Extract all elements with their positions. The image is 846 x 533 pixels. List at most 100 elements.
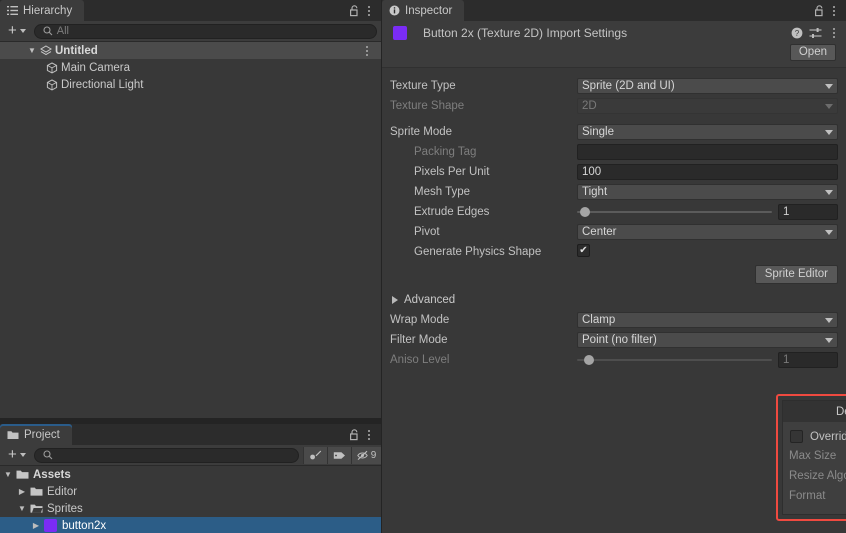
aniso-level-label: Aniso Level xyxy=(390,354,450,366)
tab-inspector[interactable]: Inspector xyxy=(382,0,465,21)
extrude-edges-numberbox[interactable]: 1 xyxy=(778,204,838,220)
override-row: Override For PC, Mac & Linux Standalone xyxy=(789,427,846,446)
packing-tag-input[interactable] xyxy=(577,144,838,160)
tab-project[interactable]: Project xyxy=(0,424,72,445)
scene-kebab-menu-icon[interactable] xyxy=(361,43,373,59)
hierarchy-scene-row[interactable]: ▼ Untitled xyxy=(0,42,381,59)
inspector-tab-actions xyxy=(814,0,846,21)
slider-handle[interactable] xyxy=(579,207,590,217)
chevron-down-icon xyxy=(825,189,833,195)
field-pixels-per-unit: Pixels Per Unit 100 xyxy=(390,162,838,182)
texture-type-label: Texture Type xyxy=(390,80,456,92)
project-item-button2x[interactable]: ▶ button2x xyxy=(0,517,381,533)
filter-mode-label: Filter Mode xyxy=(390,334,448,346)
project-toolbar: + 9 xyxy=(0,445,381,466)
override-checkbox[interactable] xyxy=(790,430,803,443)
extrude-edges-value: 1 xyxy=(783,206,790,218)
extrude-edges-slider[interactable] xyxy=(577,204,772,220)
lock-open-icon[interactable] xyxy=(814,4,825,17)
platform-settings-content: Override For PC, Mac & Linux Standalone … xyxy=(783,422,846,506)
lock-open-icon[interactable] xyxy=(349,4,360,17)
pivot-dropdown[interactable]: Center xyxy=(577,224,838,240)
scene-icon xyxy=(40,44,52,57)
mesh-type-label: Mesh Type xyxy=(414,186,471,198)
sprites-twisty-icon[interactable]: ▼ xyxy=(16,504,28,513)
generate-physics-shape-checkbox[interactable]: ✔ xyxy=(577,244,590,257)
field-mesh-type: Mesh Type Tight xyxy=(390,182,838,202)
pivot-label: Pivot xyxy=(414,226,440,238)
open-button[interactable]: Open xyxy=(789,44,836,61)
hierarchy-item-label: Main Camera xyxy=(61,61,131,74)
asset-preview-swatch xyxy=(393,26,407,40)
texture-type-dropdown[interactable]: Sprite (2D and UI) xyxy=(577,78,838,94)
project-item-sprites[interactable]: ▼ Sprites xyxy=(0,500,381,517)
preset-icon[interactable] xyxy=(809,27,822,39)
field-wrap-mode: Wrap Mode Clamp xyxy=(390,310,838,330)
sprite-editor-row: Sprite Editor xyxy=(390,262,838,284)
slider-track xyxy=(577,359,772,361)
tab-hierarchy[interactable]: Hierarchy xyxy=(0,0,85,21)
filter-mode-dropdown[interactable]: Point (no filter) xyxy=(577,332,838,348)
kebab-menu-icon[interactable] xyxy=(363,3,375,19)
field-texture-type: Texture Type Sprite (2D and UI) xyxy=(390,76,838,96)
hierarchy-create-label: + xyxy=(8,22,17,39)
sprite-mode-dropdown[interactable]: Single xyxy=(577,124,838,140)
page-title: Button 2x (Texture 2D) Import Settings xyxy=(423,26,628,40)
search-icon xyxy=(43,450,53,460)
inspector-title-row: Button 2x (Texture 2D) Import Settings ? xyxy=(388,25,840,41)
open-button-row: Open xyxy=(388,41,840,65)
field-aniso-level: Aniso Level 1 xyxy=(390,350,838,370)
hierarchy-tab-actions xyxy=(349,0,381,21)
wrap-mode-dropdown[interactable]: Clamp xyxy=(577,312,838,328)
field-max-size: Max Size 2048 xyxy=(789,446,846,466)
chevron-down-icon xyxy=(19,453,26,457)
folder-icon xyxy=(16,469,29,480)
project-filter-buttons: 9 xyxy=(303,446,381,464)
button2x-twisty-icon[interactable]: ▶ xyxy=(30,521,42,530)
chevron-down-icon xyxy=(825,229,833,235)
project-item-editor[interactable]: ▶ Editor xyxy=(0,483,381,500)
inspector-header: Button 2x (Texture 2D) Import Settings ?… xyxy=(382,21,846,68)
project-search-input[interactable] xyxy=(33,447,299,463)
asset-filter-icon[interactable] xyxy=(303,446,327,464)
pivot-value: Center xyxy=(582,226,617,238)
help-icon[interactable]: ? xyxy=(791,27,803,39)
texture-shape-value: 2D xyxy=(582,100,597,112)
max-size-label: Max Size xyxy=(789,450,837,462)
assets-twisty-icon[interactable]: ▼ xyxy=(2,470,14,479)
advanced-foldout[interactable]: Advanced xyxy=(390,290,838,310)
aniso-level-numberbox: 1 xyxy=(778,352,838,368)
scene-twisty-icon[interactable]: ▼ xyxy=(26,46,38,55)
wrap-mode-label: Wrap Mode xyxy=(390,314,450,326)
project-tab-actions xyxy=(349,424,381,445)
label-filter-icon[interactable] xyxy=(327,446,351,464)
editor-twisty-icon[interactable]: ▶ xyxy=(16,487,28,496)
format-label: Format xyxy=(789,490,826,502)
field-resize-algorithm: Resize Algorithm Mitchell xyxy=(789,466,846,486)
hierarchy-panel: Hierarchy + All ▼ Untitled Main Camera D… xyxy=(0,0,381,418)
field-texture-shape: Texture Shape 2D xyxy=(390,96,838,116)
field-extrude-edges: Extrude Edges 1 xyxy=(390,202,838,222)
hierarchy-item-directional-light[interactable]: Directional Light xyxy=(0,76,381,93)
project-create-button[interactable]: + xyxy=(4,447,30,462)
mesh-type-dropdown[interactable]: Tight xyxy=(577,184,838,200)
sprite-editor-button[interactable]: Sprite Editor xyxy=(754,265,838,284)
hierarchy-item-main-camera[interactable]: Main Camera xyxy=(0,59,381,76)
sprite-mode-value: Single xyxy=(582,126,614,138)
hidden-count-icon[interactable]: 9 xyxy=(351,446,381,464)
kebab-menu-icon[interactable] xyxy=(828,25,840,41)
project-item-assets[interactable]: ▼ Assets xyxy=(0,466,381,483)
hierarchy-search-input[interactable]: All xyxy=(33,23,377,39)
hierarchy-scene-label: Untitled xyxy=(55,44,98,57)
advanced-label: Advanced xyxy=(404,294,456,306)
hidden-count-label: 9 xyxy=(370,449,377,461)
search-icon xyxy=(43,26,53,36)
hierarchy-create-button[interactable]: + xyxy=(4,22,30,39)
platform-tab-default[interactable]: Default xyxy=(783,401,846,422)
pixels-per-unit-input[interactable]: 100 xyxy=(577,164,838,180)
kebab-menu-icon[interactable] xyxy=(363,427,375,443)
project-tabbar: Project xyxy=(0,424,381,445)
kebab-menu-icon[interactable] xyxy=(828,3,840,19)
lock-open-icon[interactable] xyxy=(349,428,360,441)
gameobject-cube-icon xyxy=(46,61,58,74)
